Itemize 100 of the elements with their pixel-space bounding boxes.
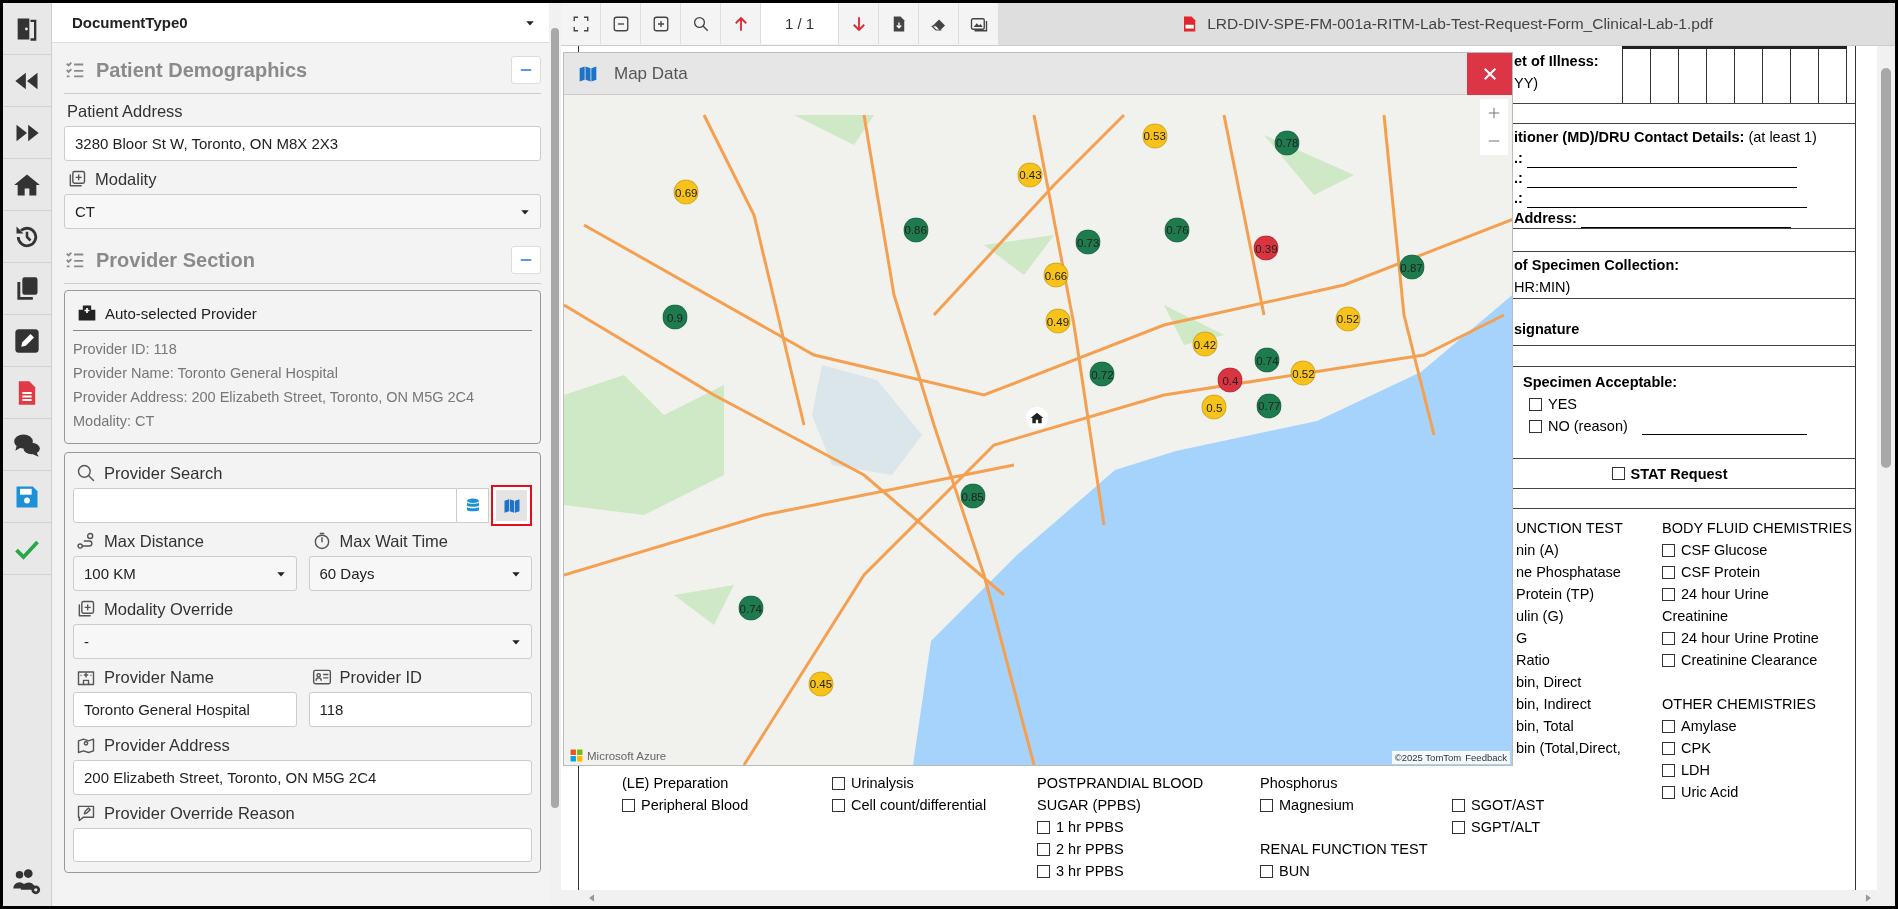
form-text: et of Illness: bbox=[1514, 52, 1600, 71]
form-text: ulin (G) bbox=[1516, 607, 1565, 626]
checkbox[interactable] bbox=[1662, 785, 1675, 799]
provider-detail: Provider Address: 200 Elizabeth Street, Toronto, ON M5G 2C4 bbox=[73, 388, 476, 407]
checkbox[interactable] bbox=[1260, 798, 1273, 812]
text-field[interactable]: 200 Elizabeth Street, Toronto, ON M5G 2C4 bbox=[73, 760, 532, 795]
checkbox-label: Peripheral Blood bbox=[641, 796, 749, 815]
checkbox[interactable] bbox=[1662, 763, 1675, 777]
form-text: nin (A) bbox=[1516, 541, 1560, 560]
field-label: Provider Name bbox=[104, 667, 215, 687]
document-type-select[interactable]: DocumentType0 bbox=[52, 3, 549, 43]
field-label: Max Wait Time bbox=[339, 531, 448, 551]
field-label: Max Distance bbox=[104, 531, 204, 551]
checkbox-label: 2 hr PPBS bbox=[1056, 840, 1124, 859]
edit-icon[interactable] bbox=[13, 326, 41, 355]
checkbox[interactable] bbox=[1662, 587, 1675, 601]
field-label: Provider Override Reason bbox=[104, 803, 295, 823]
dialog-title: Map Data bbox=[614, 63, 688, 84]
checkbox[interactable] bbox=[1037, 864, 1050, 878]
close-button[interactable] bbox=[1467, 52, 1512, 95]
text-field[interactable]: 118 bbox=[308, 692, 532, 727]
form-text: SUGAR (PPBS) bbox=[1037, 796, 1142, 815]
plus-icon bbox=[1487, 106, 1501, 120]
checkbox-label: Creatinine Clearance bbox=[1681, 651, 1818, 670]
field-label: Patient Address bbox=[67, 102, 183, 121]
checkbox-label: CPK bbox=[1681, 739, 1711, 758]
map-button[interactable] bbox=[491, 485, 532, 526]
zoom-in-icon bbox=[651, 14, 670, 33]
dropdown-field[interactable]: 100 KM bbox=[73, 556, 297, 591]
map-pin-icon bbox=[76, 735, 96, 755]
hospital-icon bbox=[77, 303, 97, 323]
checkbox-label: Uric Acid bbox=[1681, 783, 1739, 802]
checkbox-label: CSF Protein bbox=[1681, 563, 1760, 582]
checkbox-label: Cell count/differential bbox=[851, 796, 987, 815]
form-text: Phosphorus bbox=[1260, 774, 1339, 793]
checkbox[interactable] bbox=[1662, 741, 1675, 755]
text-field[interactable]: 3280 Bloor St W, Toronto, ON M8X 2X3 bbox=[64, 126, 541, 161]
page-number-field[interactable]: 1 / 1 bbox=[761, 3, 839, 44]
checkbox[interactable] bbox=[832, 798, 845, 812]
form-text: HR:MIN) bbox=[1514, 278, 1572, 297]
scrollbar-thumb[interactable] bbox=[551, 28, 559, 808]
id-card-icon bbox=[311, 667, 332, 687]
checkbox-label: 24 hour Urine Protine bbox=[1681, 629, 1819, 648]
route-icon bbox=[76, 531, 96, 551]
checkbox[interactable] bbox=[1611, 467, 1625, 480]
text-field[interactable]: Toronto General Hospital bbox=[73, 692, 297, 727]
checkbox[interactable] bbox=[1452, 820, 1465, 834]
checkbox[interactable] bbox=[1037, 842, 1050, 856]
collapse-button[interactable] bbox=[511, 246, 541, 274]
collapse-button[interactable] bbox=[511, 56, 541, 84]
checkbox[interactable] bbox=[1037, 820, 1050, 834]
field-label: Provider ID bbox=[339, 667, 423, 687]
form-text: Address: bbox=[1514, 209, 1577, 228]
form-text: bin, Total bbox=[1516, 717, 1575, 736]
checkbox[interactable] bbox=[1452, 798, 1465, 812]
close-icon bbox=[1481, 65, 1498, 82]
form-text: G bbox=[1516, 629, 1529, 648]
database-button[interactable] bbox=[457, 488, 489, 523]
checkbox[interactable] bbox=[1529, 419, 1542, 433]
scrollbar-thumb[interactable] bbox=[1881, 68, 1891, 468]
field-label: Modality Override bbox=[104, 599, 234, 619]
search-icon bbox=[76, 463, 96, 483]
search-field[interactable] bbox=[73, 488, 457, 523]
section-heading: BODY FLUID CHEMISTRIES bbox=[1662, 519, 1852, 538]
map-copyright: ©2025 TomTom bbox=[1394, 752, 1462, 763]
checkbox-label: 3 hr PPBS bbox=[1056, 862, 1124, 881]
form-text: POSTPRANDIAL BLOOD bbox=[1037, 774, 1205, 793]
checkbox[interactable] bbox=[1529, 397, 1542, 411]
checkbox[interactable] bbox=[1662, 653, 1675, 667]
checkbox[interactable] bbox=[622, 798, 635, 812]
fullscreen-icon bbox=[571, 14, 590, 33]
checkbox-label: NO (reason) bbox=[1548, 417, 1628, 436]
checkbox[interactable] bbox=[1260, 864, 1273, 878]
dropdown-field[interactable]: 60 Days bbox=[308, 556, 532, 591]
card-title: Auto-selected Provider bbox=[105, 304, 257, 322]
map-attribution: Microsoft Azure bbox=[587, 749, 667, 762]
copy-plus-icon bbox=[67, 169, 87, 189]
checkbox-label: SGPT/ALT bbox=[1471, 818, 1541, 837]
form-text: (LE) Preparation bbox=[622, 774, 730, 793]
checkbox-label: Magnesium bbox=[1279, 796, 1354, 815]
form-text: bin, Direct bbox=[1516, 673, 1583, 692]
checkbox-label: YES bbox=[1548, 395, 1577, 414]
checkbox-label: BUN bbox=[1279, 862, 1310, 881]
checkbox-label: 24 hour Urine bbox=[1681, 585, 1769, 604]
form-text: .: bbox=[1514, 189, 1523, 208]
checkbox-label: STAT Request bbox=[1630, 464, 1728, 484]
copy-plus-icon bbox=[76, 599, 96, 619]
comment-edit-icon bbox=[76, 803, 96, 823]
dropdown-field[interactable]: - bbox=[73, 624, 532, 659]
dropdown-field[interactable]: CT bbox=[64, 194, 541, 229]
checkbox[interactable] bbox=[832, 776, 845, 790]
section-heading: OTHER CHEMISTRIES bbox=[1662, 695, 1817, 714]
checkbox[interactable] bbox=[1662, 719, 1675, 733]
checkbox[interactable] bbox=[1662, 631, 1675, 645]
field-label: Modality bbox=[95, 169, 157, 189]
form-text: Ratio bbox=[1516, 651, 1551, 670]
feedback-link[interactable]: Feedback bbox=[1465, 752, 1507, 763]
checkbox[interactable] bbox=[1662, 565, 1675, 579]
checkbox[interactable] bbox=[1662, 543, 1675, 557]
form-text: bin (Total,Direct, bbox=[1516, 739, 1622, 758]
